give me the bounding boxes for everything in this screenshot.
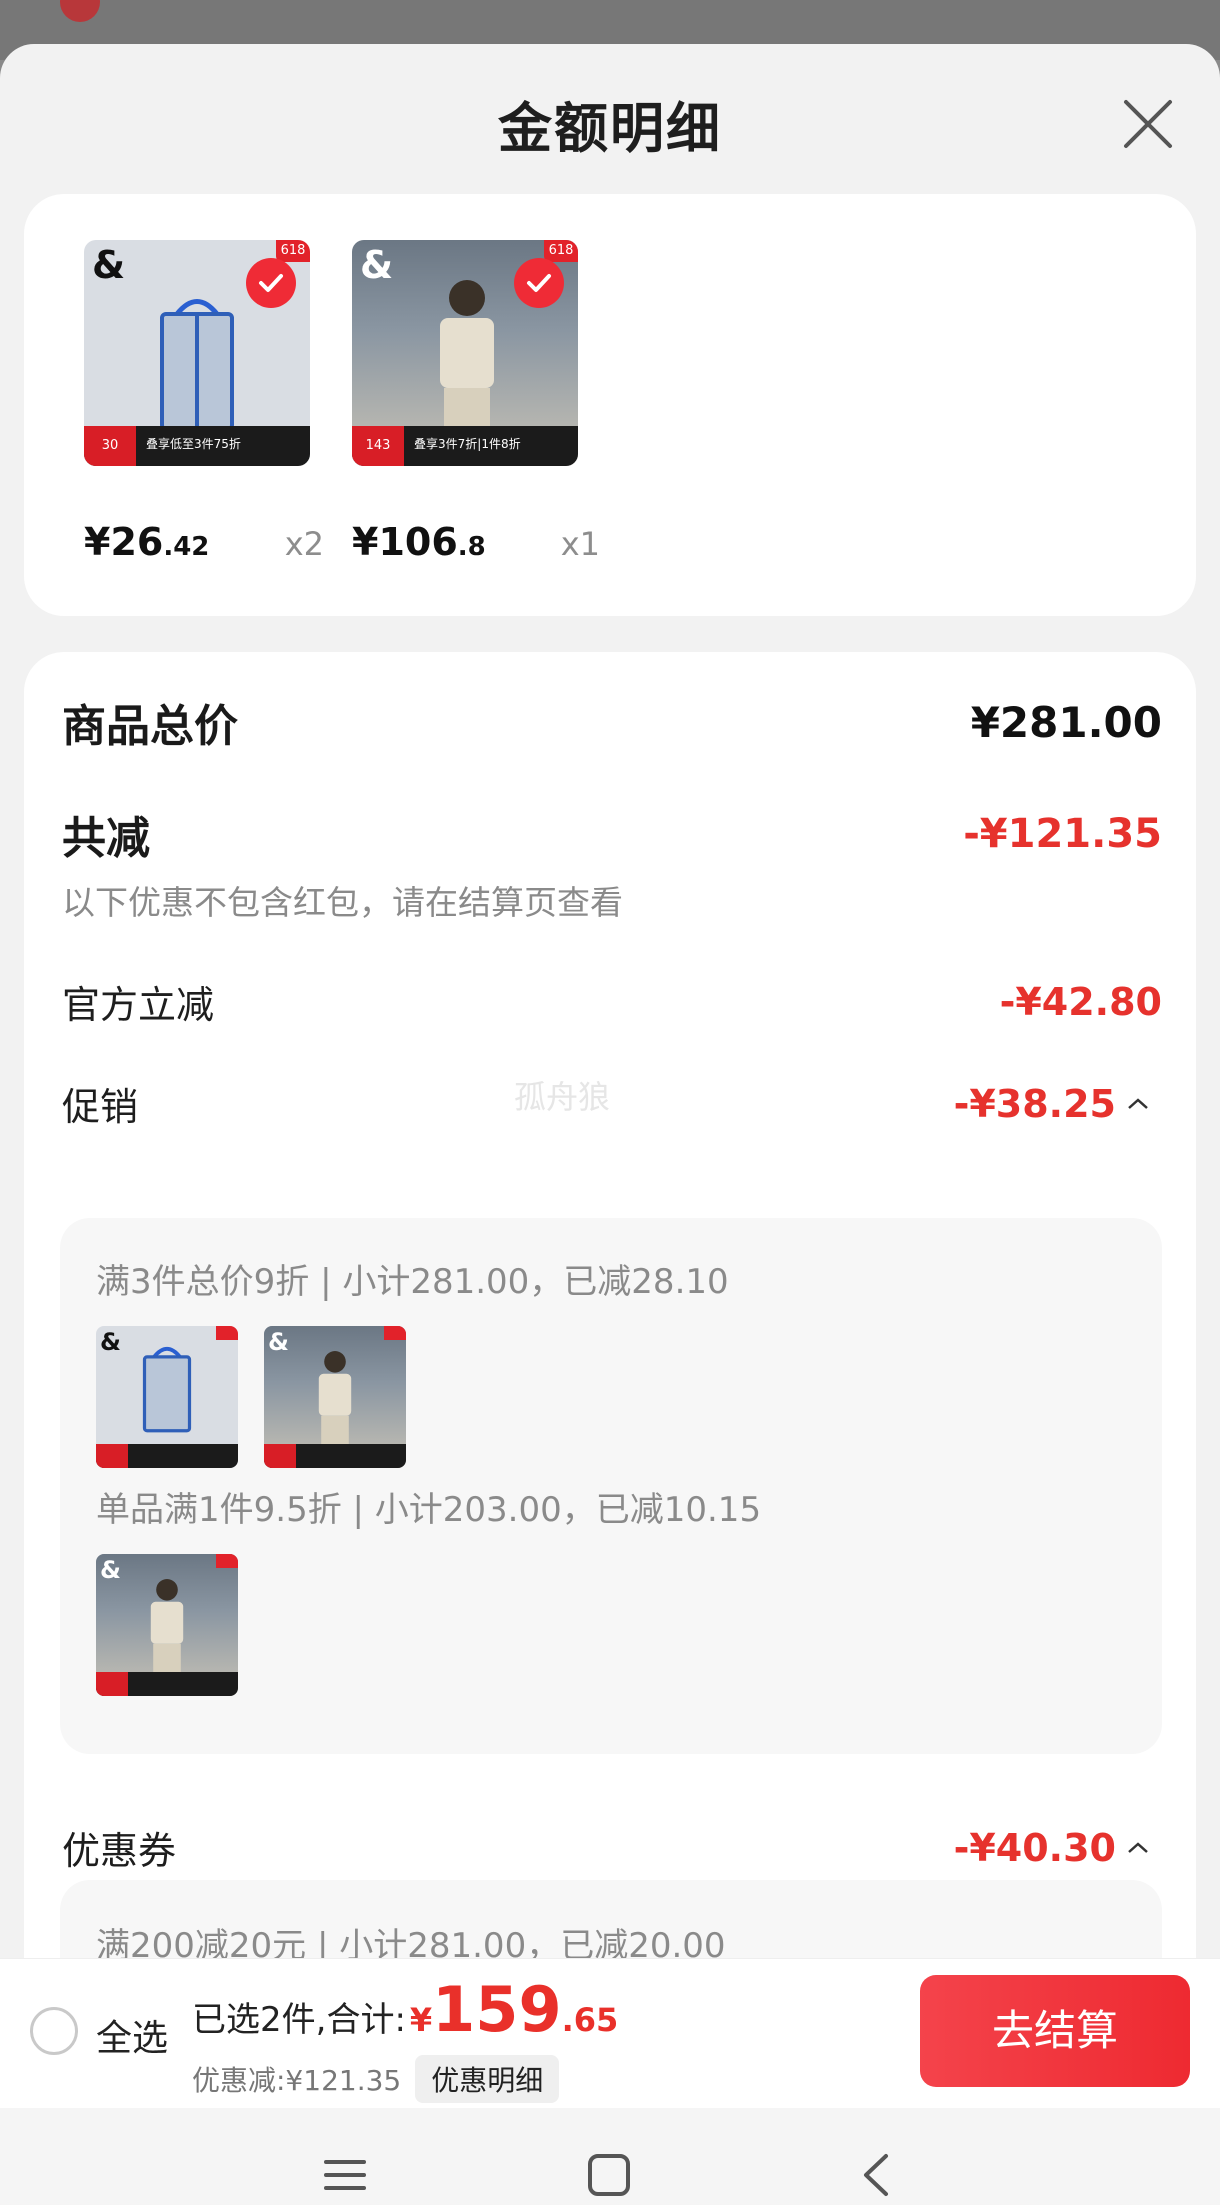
close-icon: [1124, 100, 1172, 148]
reduce-value: -¥121.35: [963, 811, 1162, 857]
selected-check[interactable]: [246, 258, 296, 308]
home-icon: [588, 2154, 630, 2196]
brand-logo: &: [100, 1556, 121, 1584]
promo-corner: [96, 1672, 128, 1696]
close-button[interactable]: [1116, 92, 1180, 156]
brand-logo: &: [100, 1328, 121, 1356]
promo-badge-mini: [216, 1554, 238, 1568]
promo-row[interactable]: 促销 -¥38.25: [62, 1076, 1150, 1131]
nav-menu-button[interactable]: [320, 2150, 370, 2204]
coupon-label: 优惠券: [62, 1829, 177, 1873]
discount-detail-button[interactable]: 优惠明细: [415, 2055, 560, 2103]
promo-corner: 30: [84, 426, 136, 466]
promo-label: 促销: [62, 1085, 139, 1129]
official-row: 官方立减 -¥42.80: [62, 974, 1162, 1029]
promo-badge: 618: [276, 240, 310, 262]
selected-check[interactable]: [514, 258, 564, 308]
total-value: ¥281.00: [970, 697, 1162, 747]
discount-summary: 优惠减:¥121.35 优惠明细: [192, 2055, 560, 2103]
coupon-row[interactable]: 优惠券 -¥40.30: [62, 1820, 1150, 1875]
selected-products-card: & 618 30 叠享低至3件75折 ¥26.42 x2 & 618 143 叠…: [24, 194, 1196, 616]
promo-text: 叠享低至3件75折: [146, 437, 241, 451]
product-thumbnail[interactable]: & 618 30 叠享低至3件75折: [84, 240, 310, 466]
product-item[interactable]: & 618 143 叠享3件7折|1件8折 ¥106.8 x1: [352, 240, 600, 564]
official-label: 官方立减: [62, 983, 215, 1027]
model-figure: [440, 280, 494, 440]
brand-logo: &: [92, 243, 126, 287]
select-all-radio[interactable]: [30, 2007, 78, 2055]
total-summary: 已选2件,合计: ¥ 159 .65: [192, 1973, 618, 2046]
product-thumbnail[interactable]: & 618 143 叠享3件7折|1件8折: [352, 240, 578, 466]
price-row: ¥26.42 x2: [84, 520, 324, 564]
promo-item-text: 单品满1件9.5折 | 小计203.00，已减10.15: [96, 1490, 762, 1530]
price-int: ¥106: [352, 520, 458, 564]
coupon-value: -¥40.30: [953, 1825, 1116, 1870]
nav-back-button[interactable]: [852, 2150, 902, 2204]
product-item[interactable]: & 618 30 叠享低至3件75折 ¥26.42 x2: [84, 240, 324, 564]
product-quantity: x2: [284, 525, 324, 563]
reduce-label: 共减: [62, 813, 150, 864]
promo-badge-mini: [384, 1326, 406, 1340]
discount-text: 优惠减:¥121.35: [192, 2064, 402, 2097]
total-integer: 159: [432, 1973, 562, 2046]
promo-product-thumb: &: [96, 1554, 238, 1696]
promo-text: 叠享3件7折|1件8折: [414, 437, 521, 451]
promo-detail-box: 满3件总价9折 | 小计281.00，已减28.10 & & 单品满1件9.5折…: [60, 1218, 1162, 1754]
amount-detail-sheet: 金额明细 & 618 30 叠享低至3件75折 ¥26.42 x2 & 618 …: [0, 44, 1220, 2205]
promo-corner: [96, 1444, 128, 1468]
official-value: -¥42.80: [999, 979, 1162, 1024]
back-icon: [864, 2154, 888, 2196]
total-currency: ¥: [409, 2001, 433, 2039]
reduce-row: 共减 -¥121.35: [62, 802, 1162, 866]
promo-item-text: 满3件总价9折 | 小计281.00，已减28.10: [96, 1262, 729, 1302]
sheet-header: 金额明细: [0, 44, 1220, 194]
product-price: ¥106.8: [352, 520, 486, 564]
chevron-up-icon: [1128, 1097, 1148, 1109]
product-price: ¥26.42: [84, 520, 209, 564]
promo-product-thumb: &: [264, 1326, 406, 1468]
reduce-note: 以下优惠不包含红包，请在结算页查看: [62, 883, 623, 922]
total-label: 商品总价: [62, 701, 238, 752]
promo-badge: 618: [544, 240, 578, 262]
brand-logo: &: [360, 243, 394, 287]
brand-logo: &: [268, 1328, 289, 1356]
total-decimal: .65: [561, 2001, 619, 2039]
promo-corner: 143: [352, 426, 404, 466]
product-quantity: x1: [560, 525, 600, 563]
price-int: ¥26: [84, 520, 164, 564]
promo-value: -¥38.25: [953, 1081, 1116, 1126]
price-row: ¥106.8 x1: [352, 520, 600, 564]
promo-corner: [264, 1444, 296, 1468]
total-row: 商品总价 ¥281.00: [62, 690, 1162, 754]
checkout-bar: 全选 已选2件,合计: ¥ 159 .65 优惠减:¥121.35 优惠明细 去…: [0, 1958, 1220, 2108]
background-icon: [60, 0, 100, 22]
checkout-button[interactable]: 去结算: [920, 1975, 1190, 2087]
price-dec: .42: [163, 532, 210, 562]
check-icon: [527, 274, 551, 292]
nav-home-button[interactable]: [584, 2150, 634, 2204]
system-nav-bar: [0, 2108, 1220, 2205]
select-all-label[interactable]: 全选: [96, 2009, 168, 2061]
check-icon: [259, 274, 283, 292]
chevron-up-icon: [1128, 1841, 1148, 1853]
promo-product-thumb: &: [96, 1326, 238, 1468]
promo-badge-mini: [216, 1326, 238, 1340]
selected-count-text: 已选2件,合计:: [192, 2000, 406, 2040]
coupon-amount-group[interactable]: -¥40.30: [954, 1826, 1150, 1870]
menu-icon: [324, 2160, 366, 2190]
price-dec: .8: [457, 532, 486, 562]
promo-amount-group[interactable]: -¥38.25: [954, 1082, 1150, 1126]
bag-image: [152, 294, 242, 438]
sheet-title: 金额明细: [498, 97, 722, 160]
